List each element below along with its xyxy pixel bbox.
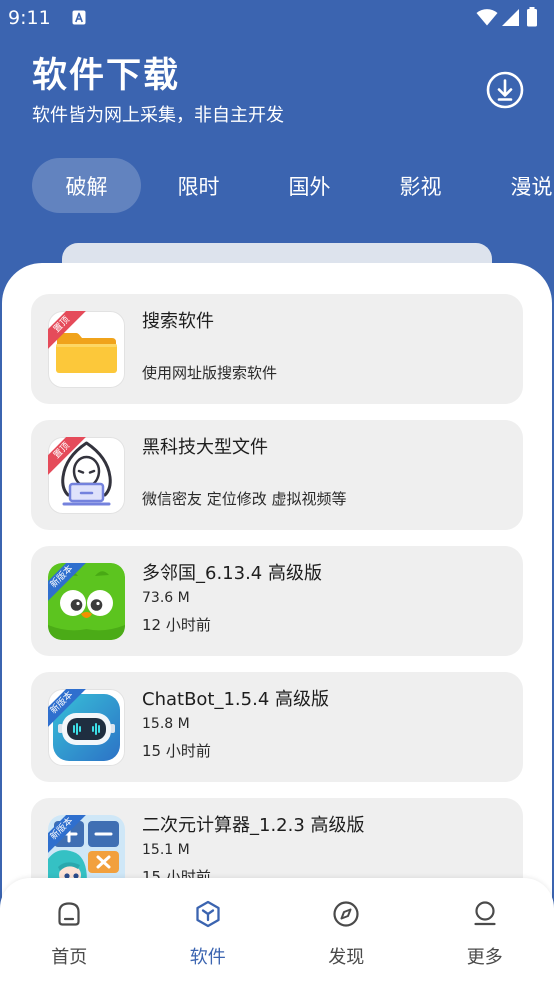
signal-icon: [502, 9, 519, 26]
ribbon-label: 置顶: [48, 437, 89, 478]
app-description: 使用网址版搜索软件: [142, 364, 278, 382]
tab-label: 漫说: [510, 174, 553, 199]
nav-more[interactable]: 更多: [416, 878, 554, 984]
app-card-blacktech[interactable]: 置顶 黑科技大型文件 微信密友 定位修改 虚拟视频等: [31, 420, 523, 530]
ribbon-label: 新版本: [48, 563, 89, 604]
ribbon-label: 置顶: [48, 311, 89, 352]
folder-icon: 置顶: [48, 311, 125, 388]
app-title: 多邻国_6.13.4 高级版: [142, 563, 322, 584]
app-title: 黑科技大型文件: [142, 437, 268, 458]
nav-software[interactable]: 软件: [139, 878, 278, 984]
app-size: 15.8 M: [142, 716, 190, 732]
wifi-icon: [476, 9, 498, 26]
tab-label: 国外: [288, 174, 331, 199]
tab-foreign[interactable]: 国外: [254, 158, 365, 213]
page-title: 软件下载: [32, 56, 181, 96]
app-updated-time: 12 小时前: [142, 616, 211, 634]
bottom-navigation: 首页 软件 发现 更多: [0, 878, 554, 984]
chatbot-robot-icon: 新版本: [48, 689, 125, 766]
tab-label: 限时: [177, 174, 220, 199]
tab-video[interactable]: 影视: [365, 158, 476, 213]
new-version-ribbon: 新版本: [48, 815, 90, 857]
app-title: 搜索软件: [142, 311, 214, 332]
ribbon-label: 新版本: [48, 689, 89, 730]
status-time: 9:11: [8, 7, 51, 29]
nav-discover[interactable]: 发现: [277, 878, 416, 984]
app-description: 微信密友 定位修改 虚拟视频等: [142, 490, 347, 508]
pinned-ribbon: 置顶: [48, 311, 90, 353]
app-size: 15.1 M: [142, 842, 190, 858]
app-title: 二次元计算器_1.2.3 高级版: [142, 815, 365, 836]
status-bar: 9:11: [0, 0, 554, 36]
app-card-duolingo[interactable]: 新版本 多邻国_6.13.4 高级版 73.6 M 12 小时前: [31, 546, 523, 656]
nav-label: 更多: [466, 947, 503, 968]
category-tabs: 破解 限时 国外 影视 漫说: [32, 158, 554, 213]
tab-crack[interactable]: 破解: [32, 158, 141, 213]
battery-icon: [527, 7, 537, 27]
content-sheet: 置顶 搜索软件 使用网址版搜索软件 置顶 黑科技大型文件 微信密友 定位修改 虚…: [2, 263, 552, 984]
new-version-ribbon: 新版本: [48, 563, 90, 605]
home-icon: [58, 902, 80, 926]
app-title: ChatBot_1.5.4 高级版: [142, 689, 330, 710]
ribbon-label: 新版本: [48, 815, 89, 856]
profile-icon: [474, 901, 496, 926]
app-card-chatbot[interactable]: 新版本 ChatBot_1.5.4 高级版 15.8 M 15 小时前: [31, 672, 523, 782]
tab-limited[interactable]: 限时: [143, 158, 254, 213]
tab-label: 影视: [399, 174, 442, 199]
a-box-icon: [72, 10, 86, 25]
tab-comic[interactable]: 漫说: [476, 158, 554, 213]
duolingo-owl-icon: 新版本: [48, 563, 125, 640]
pinned-ribbon: 置顶: [48, 437, 90, 479]
app-size: 73.6 M: [142, 590, 190, 606]
compass-icon: [333, 901, 359, 927]
nav-label: 软件: [189, 947, 226, 968]
page-subtitle: 软件皆为网上采集，非自主开发: [32, 105, 284, 126]
software-cube-icon: [196, 900, 220, 928]
app-updated-time: 15 小时前: [142, 742, 211, 760]
nav-home[interactable]: 首页: [0, 878, 139, 984]
tab-label: 破解: [65, 174, 108, 199]
app-list: 置顶 搜索软件 使用网址版搜索软件 置顶 黑科技大型文件 微信密友 定位修改 虚…: [31, 294, 523, 924]
hooded-hacker-icon: 置顶: [48, 437, 125, 514]
app-card-search[interactable]: 置顶 搜索软件 使用网址版搜索软件: [31, 294, 523, 404]
new-version-ribbon: 新版本: [48, 689, 90, 731]
nav-label: 发现: [328, 947, 365, 968]
nav-label: 首页: [51, 947, 88, 968]
download-icon[interactable]: [485, 70, 525, 110]
